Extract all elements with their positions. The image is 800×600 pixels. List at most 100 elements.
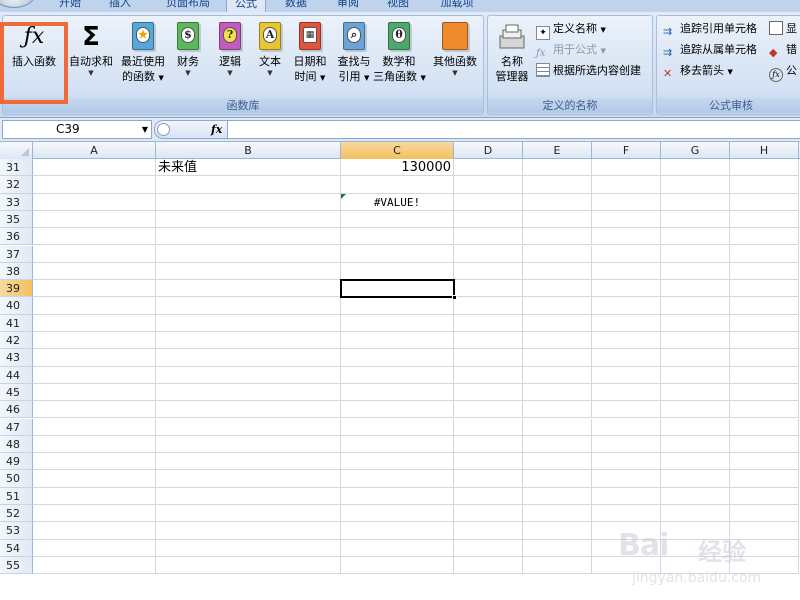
autosum-button[interactable]: Σ 自动求和 ▼ — [65, 22, 117, 78]
cell-f43[interactable] — [592, 349, 661, 367]
cell-d46[interactable] — [454, 401, 523, 419]
cell-a53[interactable] — [33, 522, 156, 540]
cell-b54[interactable] — [156, 539, 341, 557]
error-indicator-icon[interactable] — [341, 193, 346, 199]
cell-e45[interactable] — [523, 383, 592, 402]
cell-g33[interactable] — [661, 193, 730, 211]
row-header[interactable]: 54 — [0, 539, 33, 557]
cell-f47[interactable] — [592, 418, 661, 436]
tab-view[interactable]: 视图 — [384, 0, 412, 12]
cell-e44[interactable] — [523, 366, 592, 384]
cell-f36[interactable] — [592, 228, 661, 246]
cell-h40[interactable] — [730, 297, 799, 315]
cell-d51[interactable] — [454, 487, 523, 505]
cell-a47[interactable] — [33, 418, 156, 436]
cell-e46[interactable] — [523, 401, 592, 419]
cell-e42[interactable] — [523, 332, 592, 350]
show-formulas-button[interactable]: 显 — [769, 20, 797, 38]
cell-c44[interactable] — [341, 366, 454, 384]
cell-b55[interactable] — [156, 556, 341, 575]
logical-button[interactable]: ? 逻辑 ▼ — [213, 22, 247, 78]
cell-e53[interactable] — [523, 522, 592, 540]
cell-a55[interactable] — [33, 556, 156, 575]
row-header[interactable]: 49 — [0, 453, 33, 471]
row-header[interactable]: 52 — [0, 505, 33, 523]
cell-h42[interactable] — [730, 332, 799, 350]
define-name-button[interactable]: ✦ 定义名称 ▼ — [536, 20, 606, 40]
cell-g31[interactable] — [661, 159, 730, 177]
cell-e35[interactable] — [523, 210, 592, 229]
cell-c41[interactable] — [341, 314, 454, 332]
cell-c48[interactable] — [341, 435, 454, 454]
cell-f32[interactable] — [592, 176, 661, 194]
row-header[interactable]: 39 — [0, 280, 33, 298]
cell-d36[interactable] — [454, 228, 523, 246]
tab-addins[interactable]: 加载项 — [436, 0, 478, 12]
row-header[interactable]: 33 — [0, 193, 33, 211]
cell-b48[interactable] — [156, 435, 341, 454]
cell-d48[interactable] — [454, 435, 523, 454]
cell-d43[interactable] — [454, 349, 523, 367]
row-header[interactable]: 55 — [0, 556, 33, 575]
cell-a33[interactable] — [33, 193, 156, 211]
cell-f44[interactable] — [592, 366, 661, 384]
cell-g39[interactable] — [661, 280, 730, 298]
cell-d40[interactable] — [454, 297, 523, 315]
cell-c42[interactable] — [341, 332, 454, 350]
cell-d52[interactable] — [454, 505, 523, 523]
cell-f33[interactable] — [592, 193, 661, 211]
row-header[interactable]: 41 — [0, 314, 33, 332]
cell-h41[interactable] — [730, 314, 799, 332]
row-header[interactable]: 45 — [0, 383, 33, 402]
cell-g38[interactable] — [661, 262, 730, 281]
cell-a50[interactable] — [33, 470, 156, 488]
row-header[interactable]: 43 — [0, 349, 33, 367]
financial-button[interactable]: $ 财务 ▼ — [171, 22, 205, 78]
cell-c43[interactable] — [341, 349, 454, 367]
tab-review[interactable]: 审阅 — [334, 0, 362, 12]
cell-e52[interactable] — [523, 505, 592, 523]
cell-f49[interactable] — [592, 453, 661, 471]
cell-b40[interactable] — [156, 297, 341, 315]
trace-dependents-button[interactable]: ⇉ 追踪从属单元格 — [663, 41, 757, 59]
more-functions-button[interactable]: 其他函数 ▼ — [429, 22, 481, 78]
cell-b52[interactable] — [156, 505, 341, 523]
row-header[interactable]: 38 — [0, 262, 33, 281]
cell-e43[interactable] — [523, 349, 592, 367]
column-header-d[interactable]: D — [454, 142, 523, 159]
cell-d55[interactable] — [454, 556, 523, 575]
date-time-button[interactable]: ▦ 日期和 时间 ▼ — [289, 22, 331, 86]
tab-page-layout[interactable]: 页面布局 — [160, 0, 216, 12]
cell-h49[interactable] — [730, 453, 799, 471]
cell-f45[interactable] — [592, 383, 661, 402]
cell-e36[interactable] — [523, 228, 592, 246]
cell-c45[interactable] — [341, 383, 454, 402]
cell-g43[interactable] — [661, 349, 730, 367]
cell-g51[interactable] — [661, 487, 730, 505]
cell-c49[interactable] — [341, 453, 454, 471]
cell-b35[interactable] — [156, 210, 341, 229]
trace-precedents-button[interactable]: ⇉ 追踪引用单元格 — [663, 20, 757, 38]
recently-used-button[interactable]: ★ 最近使用 的函数 ▼ — [117, 22, 169, 86]
cell-a41[interactable] — [33, 314, 156, 332]
tab-home[interactable]: 开始 — [56, 0, 84, 12]
row-header[interactable]: 37 — [0, 245, 33, 263]
row-header[interactable]: 51 — [0, 487, 33, 505]
cell-d31[interactable] — [454, 159, 523, 177]
cell-d32[interactable] — [454, 176, 523, 194]
cell-f46[interactable] — [592, 401, 661, 419]
cell-e54[interactable] — [523, 539, 592, 557]
tab-data[interactable]: 数据 — [282, 0, 310, 12]
cell-b51[interactable] — [156, 487, 341, 505]
cell-c33[interactable]: #VALUE! — [341, 193, 454, 211]
cell-h35[interactable] — [730, 210, 799, 229]
cell-c55[interactable] — [341, 556, 454, 575]
cell-g40[interactable] — [661, 297, 730, 315]
cell-b32[interactable] — [156, 176, 341, 194]
cell-d44[interactable] — [454, 366, 523, 384]
cell-e31[interactable] — [523, 159, 592, 177]
cell-h32[interactable] — [730, 176, 799, 194]
row-header[interactable]: 36 — [0, 228, 33, 246]
column-header-e[interactable]: E — [523, 142, 592, 159]
cell-f40[interactable] — [592, 297, 661, 315]
